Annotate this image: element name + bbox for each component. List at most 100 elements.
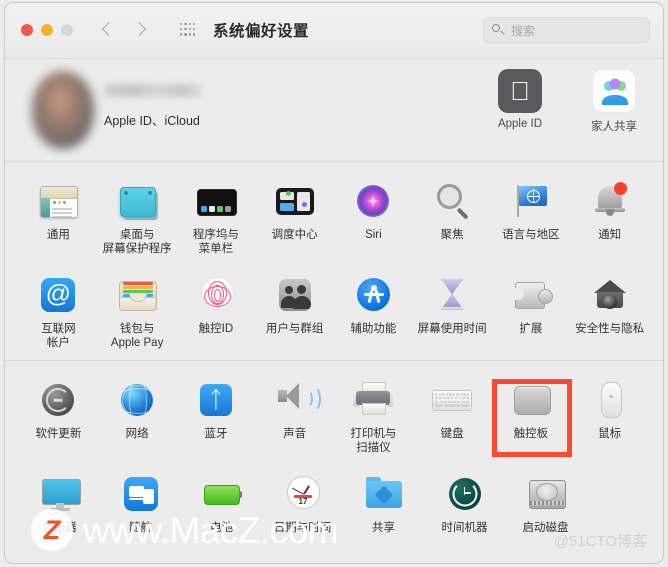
mouse-icon [587,377,633,423]
pref-sharing[interactable]: 共享 [344,469,424,535]
chevron-right-icon[interactable] [133,17,147,43]
pref-spotlight[interactable]: 聚焦 [413,176,491,256]
navigation-arrows [101,17,147,43]
preferences-row: @ 互联网 帐户 钱包与 Apple Pay 触控ID 用户与群组 辅助功能 屏… [5,270,663,350]
battery-icon [199,471,245,517]
pref-label: 键盘 [440,428,464,440]
profile-name-redacted [104,84,202,97]
pref-accessibility[interactable]: 辅助功能 [335,270,413,350]
tile-apple-id[interactable]:  Apple ID [487,69,553,134]
trackpad-icon [508,377,554,423]
search-input[interactable]: 搜索 [483,17,650,43]
pref-label: 打印机与 扫描仪 [350,428,397,454]
pref-label: 安全性与隐私 [575,323,645,335]
pref-screen-time[interactable]: 屏幕使用时间 [413,270,491,350]
pref-bluetooth[interactable]: ᛏ 蓝牙 [177,375,255,455]
tile-label: Apple ID [497,118,543,130]
pref-startup-disk[interactable]: 启动磁盘 [506,469,586,535]
avatar[interactable] [32,71,94,149]
pref-security-privacy[interactable]: 安全性与隐私 [571,270,649,350]
pref-date-time[interactable]: 17 日期与时间 [263,469,343,535]
pref-label: 启动磁盘 [522,522,569,534]
bluetooth-icon: ᛏ [193,377,239,423]
pref-sidecar[interactable]: 随航 [101,469,181,535]
pref-displays[interactable]: 显示器 [20,469,100,535]
pref-users-groups[interactable]: 用户与群组 [256,270,334,350]
pref-network[interactable]: 网络 [98,375,176,455]
pref-trackpad[interactable]: 触控板 [492,375,572,457]
time-machine-icon [442,471,488,517]
pref-printers-scanners[interactable]: 打印机与 扫描仪 [335,375,413,455]
pref-notifications[interactable]: 通知 [571,176,649,256]
pref-label: 钱包与 Apple Pay [110,323,164,349]
preferences-row: 通用 桌面与 屏幕保护程序 程序坞与 菜单栏 调度中心 Siri 聚焦 语言与地… [5,176,663,256]
siri-icon [350,178,396,224]
pref-time-machine[interactable]: 时间机器 [425,469,505,535]
pref-mouse[interactable]: 鼠标 [571,375,649,455]
sound-icon [272,377,321,423]
pref-software-update[interactable]: 软件更新 [20,375,98,455]
pref-label: 随航 [129,522,152,534]
pref-internet-accounts[interactable]: @ 互联网 帐户 [20,270,98,350]
pref-label: 通知 [598,229,622,241]
tile-family-sharing[interactable]: 家人共享 [581,69,647,134]
pref-label: 软件更新 [35,428,82,440]
minimize-button[interactable] [41,24,53,36]
pref-label: 日期与时间 [273,522,332,534]
pref-label: Siri [365,229,382,241]
grid-view-icon[interactable] [180,23,196,37]
pref-label: 桌面与 屏幕保护程序 [102,229,172,255]
pref-sound[interactable]: 声音 [256,375,334,455]
pref-label: 扩展 [519,323,543,335]
pref-label: 触控板 [513,428,549,440]
apple-logo-icon:  [498,69,542,113]
pref-label: 屏幕使用时间 [417,323,487,335]
close-button[interactable] [21,24,33,36]
zoom-button[interactable] [61,24,73,36]
pref-battery[interactable]: 电池 [182,469,262,535]
language-region-icon [508,178,554,224]
pref-label: 用户与群组 [265,323,324,335]
chevron-left-icon[interactable] [101,17,115,43]
apple-id-profile-row[interactable]: Apple ID、iCloud  Apple ID [5,59,663,162]
preferences-row: 显示器 随航 电池 17 日期与时间 共享 时间机器 启动磁盘 [5,469,663,535]
users-groups-icon [272,272,318,318]
pref-label: 时间机器 [441,522,488,534]
desktop-screensaver-icon [114,178,160,224]
mission-control-icon [272,178,318,224]
pref-label: 蓝牙 [204,428,228,440]
displays-icon [37,471,83,517]
title-bar: 系统偏好设置 搜索 [5,3,663,59]
search-icon [492,23,505,37]
pref-language-region[interactable]: 语言与地区 [492,176,570,256]
clock-date: 17 [298,497,308,506]
pref-label: 网络 [125,428,149,440]
network-icon [114,377,160,423]
pref-label: 电池 [210,522,233,534]
startup-disk-icon [523,471,569,517]
pref-general[interactable]: 通用 [20,176,98,256]
sharing-icon [361,471,407,517]
search-placeholder: 搜索 [511,23,536,38]
pref-desktop-screensaver[interactable]: 桌面与 屏幕保护程序 [98,176,176,256]
internet-accounts-icon: @ [35,272,81,318]
date-time-icon: 17 [280,471,326,517]
preferences-section-1: 通用 桌面与 屏幕保护程序 程序坞与 菜单栏 调度中心 Siri 聚焦 语言与地… [5,162,663,361]
pref-siri[interactable]: Siri [335,176,413,256]
pref-touch-id[interactable]: 触控ID [177,270,255,350]
spotlight-icon [429,178,475,224]
pref-dock-menubar[interactable]: 程序坞与 菜单栏 [177,176,255,256]
pref-keyboard[interactable]: 键盘 [413,375,491,455]
pref-label: 互联网 帐户 [41,323,76,349]
pref-mission-control[interactable]: 调度中心 [256,176,334,256]
pref-wallet-applepay[interactable]: 钱包与 Apple Pay [98,270,176,350]
wallet-applepay-icon [114,272,160,318]
security-privacy-icon [587,272,633,318]
pref-label: 调度中心 [271,229,318,241]
window-frame: 系统偏好设置 搜索 Apple ID、iCloud  Apple ID [4,2,664,564]
screen-time-icon [429,272,475,318]
pref-label: 显示器 [42,522,77,534]
pref-extensions[interactable]: 扩展 [492,270,570,350]
extensions-icon [508,272,554,318]
page-title: 系统偏好设置 [213,23,310,40]
